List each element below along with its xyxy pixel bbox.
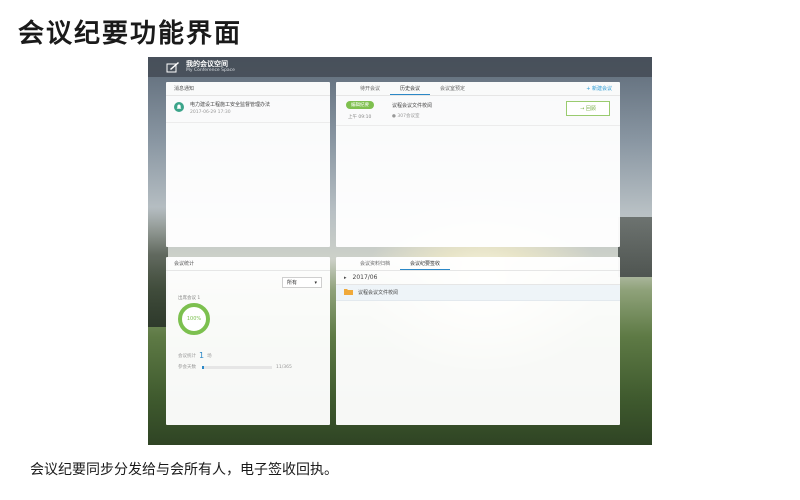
- new-meeting-button[interactable]: + 新建会议: [586, 85, 612, 92]
- period-group[interactable]: ▸ 2017/06: [336, 271, 620, 285]
- attendance-days-line: 参会天数 11/365: [178, 364, 292, 371]
- background-trees: [148, 207, 168, 327]
- notice-title: 电力建设工程施工安全监督管理办法: [190, 102, 271, 108]
- tab-upcoming-meetings[interactable]: 待开会议: [350, 82, 390, 95]
- review-button[interactable]: → 回顾: [566, 101, 610, 116]
- stats-panel: 会议统计 所有 ▾ 出席会议 1 100% 会议统计 1 场 参会天数 11/3…: [166, 257, 330, 425]
- folder-item[interactable]: 议程会议文件校阅: [336, 285, 620, 301]
- brand-subtitle: My Conference Space: [186, 67, 235, 73]
- attendance-ring-value: 100%: [186, 316, 202, 322]
- meeting-count-value: 1: [199, 351, 205, 360]
- slide-caption: 会议纪要同步分发给与会所有人，电子签收回执。: [30, 462, 338, 478]
- meeting-row[interactable]: 编辑纪要 上午 09:10 议程会议文件校阅 ● 307会议室 → 回顾: [336, 96, 620, 126]
- app-screenshot: 我的会议空间 My Conference Space 消息通知 电力建设工程施工…: [148, 57, 652, 445]
- archive-panel: 会议资料归档 会议纪要签收 ▸ 2017/06 议程会议文件校阅: [336, 257, 620, 425]
- app-topbar: 我的会议空间 My Conference Space: [148, 57, 652, 77]
- meeting-count-label: 会议统计: [178, 353, 196, 359]
- brand-name: 我的会议空间: [186, 59, 228, 68]
- notice-heading: 消息通知: [166, 82, 330, 96]
- caret-down-icon: ▾: [314, 279, 317, 286]
- tab-history-meetings[interactable]: 历史会议: [390, 82, 431, 95]
- meeting-time: 上午 09:10: [348, 115, 372, 120]
- meeting-count-unit: 场: [207, 353, 212, 359]
- stats-heading: 会议统计: [166, 257, 330, 271]
- meetings-panel: 待开会议 历史会议 会议室预定 + 新建会议 编辑纪要 上午 09:10 议程会…: [336, 82, 620, 247]
- attendance-progress-fill: [202, 365, 205, 369]
- attendance-progress-bar: [202, 365, 272, 369]
- period-label: 2017/06: [352, 274, 378, 281]
- period-select-value: 所有: [287, 280, 298, 286]
- attendance-days-value: 11/365: [276, 364, 292, 370]
- attendance-days-label: 参会天数: [178, 365, 196, 370]
- brand[interactable]: 我的会议空间 My Conference Space: [186, 59, 235, 74]
- bell-icon: [174, 102, 184, 112]
- conference-logo-icon: [166, 61, 180, 73]
- notice-panel: 消息通知 电力建设工程施工安全监督管理办法 2017-06-29 17:30: [166, 82, 330, 247]
- folder-icon: [344, 288, 353, 297]
- tab-minutes-signoff[interactable]: 会议纪要签收: [400, 257, 451, 270]
- meeting-location: ● 307会议室: [392, 114, 420, 119]
- meeting-count-line: 会议统计 1 场: [178, 351, 212, 360]
- period-select[interactable]: 所有 ▾: [282, 277, 322, 288]
- background-house: [618, 217, 652, 277]
- notice-time: 2017-06-29 17:30: [190, 110, 231, 115]
- archive-tabs: 会议资料归档 会议纪要签收: [336, 257, 620, 271]
- caret-right-icon: ▸: [344, 274, 347, 281]
- meeting-title: 议程会议文件校阅: [392, 103, 433, 109]
- meeting-tabs: 待开会议 历史会议 会议室预定 + 新建会议: [336, 82, 620, 96]
- attendance-ring: 100%: [178, 303, 210, 335]
- attendance-caption: 出席会议 1: [178, 296, 201, 301]
- tab-archive-files[interactable]: 会议资料归档: [350, 257, 400, 270]
- folder-name: 议程会议文件校阅: [358, 290, 399, 296]
- tab-room-booking[interactable]: 会议室预定: [430, 82, 475, 95]
- notice-item[interactable]: 电力建设工程施工安全监督管理办法 2017-06-29 17:30: [166, 96, 330, 123]
- edit-minutes-badge[interactable]: 编辑纪要: [346, 101, 374, 109]
- slide-title: 会议纪要功能界面: [18, 19, 243, 49]
